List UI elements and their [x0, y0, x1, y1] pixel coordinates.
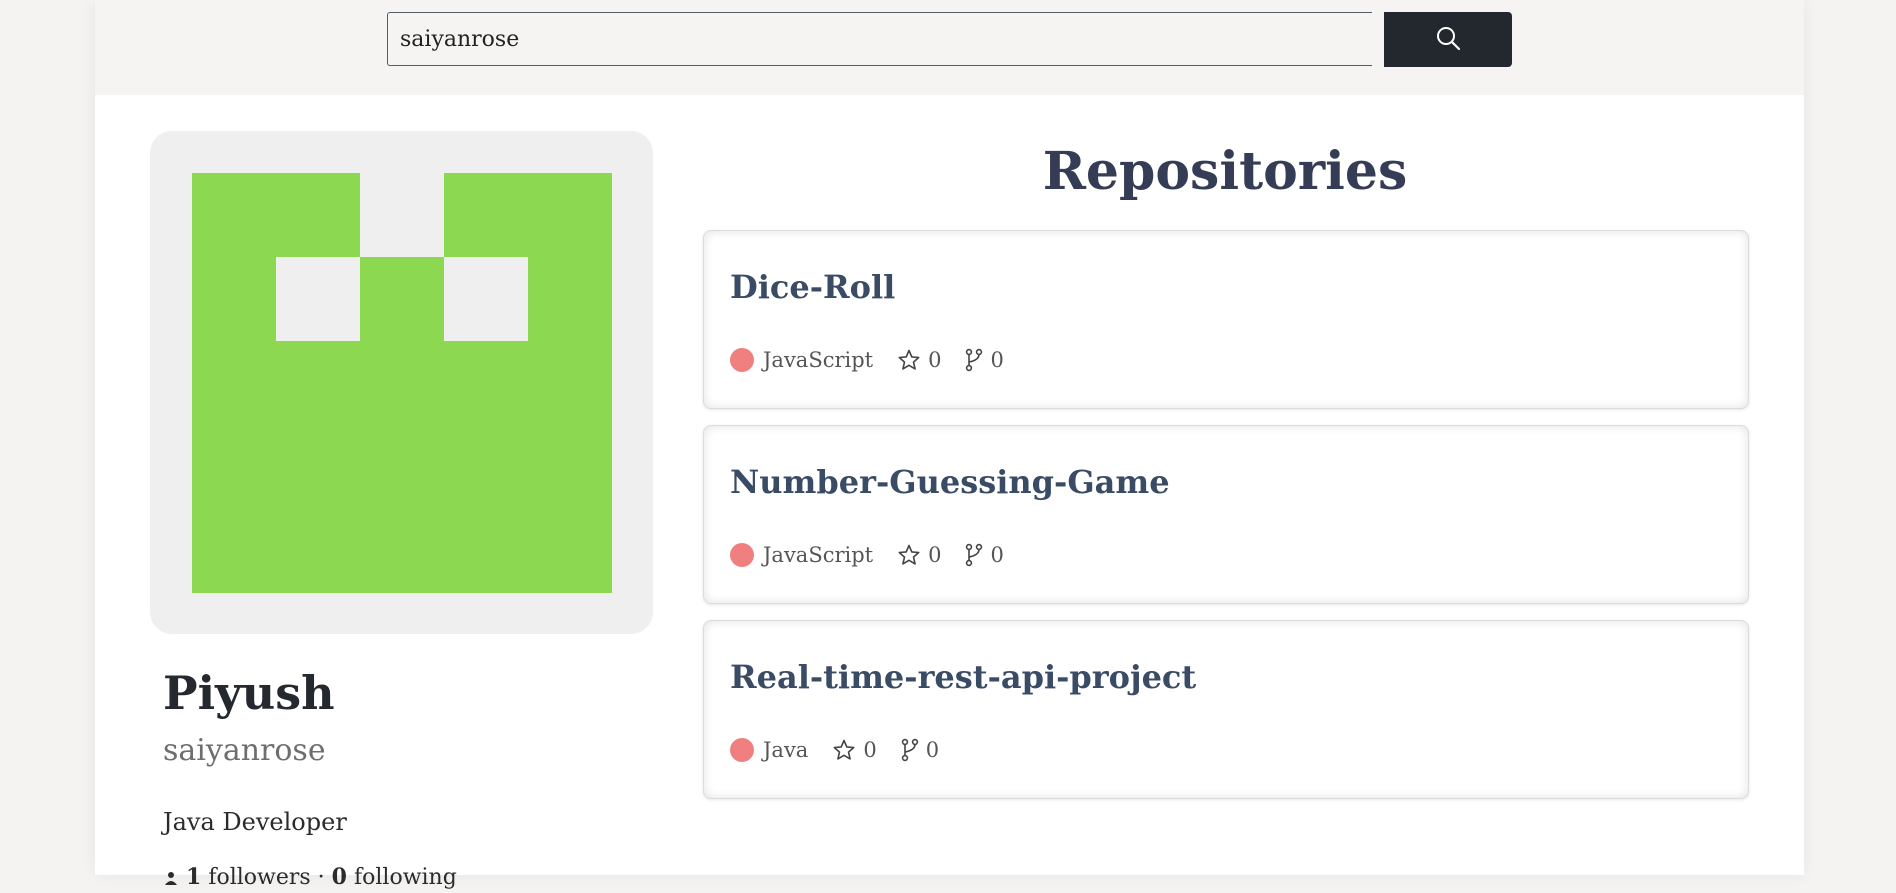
star-count: 0: [928, 543, 942, 567]
repo-meta: JavaScript 0 0: [730, 345, 1004, 375]
repo-stars: 0: [897, 543, 941, 567]
star-icon: [897, 348, 921, 372]
repo-name-link[interactable]: Dice-Roll: [730, 265, 895, 309]
repo-stars: 0: [832, 738, 877, 762]
search-input[interactable]: [387, 12, 1372, 66]
fork-count: 0: [925, 738, 940, 762]
fork-icon: [901, 738, 919, 762]
fork-icon: [965, 543, 983, 567]
star-count: 0: [863, 738, 877, 762]
repo-name-link[interactable]: Number-Guessing-Game: [730, 460, 1170, 504]
language-color-dot: [730, 348, 754, 372]
profile-login: saiyanrose: [163, 733, 326, 768]
repo-language: JavaScript: [763, 543, 874, 567]
repo-card: Real-time-rest-api-project Java 0 0: [703, 620, 1749, 799]
followers-count[interactable]: 1: [186, 864, 201, 890]
repositories-title: Repositories: [1042, 141, 1408, 202]
follow-stats: 1 followers · 0 following: [163, 862, 457, 893]
repo-name-link[interactable]: Real-time-rest-api-project: [730, 655, 1196, 699]
star-icon: [897, 543, 921, 567]
people-icon: [163, 865, 186, 890]
repo-meta: JavaScript 0 0: [730, 540, 1004, 570]
following-count[interactable]: 0: [332, 864, 347, 890]
repo-forks: 0: [901, 738, 939, 762]
following-label[interactable]: following: [354, 865, 457, 890]
repo-card: Dice-Roll JavaScript 0 0: [703, 230, 1749, 409]
avatar: [150, 131, 653, 634]
fork-icon: [965, 348, 983, 372]
repo-meta: Java 0 0: [730, 735, 939, 765]
repo-forks: 0: [965, 543, 1004, 567]
repo-language: JavaScript: [763, 348, 874, 372]
repo-stars: 0: [897, 348, 941, 372]
profile-bio: Java Developer: [163, 808, 347, 836]
language-color-dot: [730, 738, 754, 762]
search-bar: [95, 0, 1804, 95]
search-button[interactable]: [1384, 12, 1512, 67]
followers-label[interactable]: followers: [208, 865, 310, 890]
star-count: 0: [928, 348, 942, 372]
language-color-dot: [730, 543, 754, 567]
repo-card: Number-Guessing-Game JavaScript 0 0: [703, 425, 1749, 604]
repo-forks: 0: [965, 348, 1004, 372]
profile-name: Piyush: [163, 666, 335, 720]
fork-count: 0: [990, 543, 1004, 567]
star-icon: [832, 738, 856, 762]
repo-language: Java: [763, 738, 809, 762]
fork-count: 0: [990, 348, 1004, 372]
page-container: Piyush saiyanrose Java Developer 1 follo…: [95, 0, 1804, 890]
search-icon: [1435, 25, 1461, 54]
